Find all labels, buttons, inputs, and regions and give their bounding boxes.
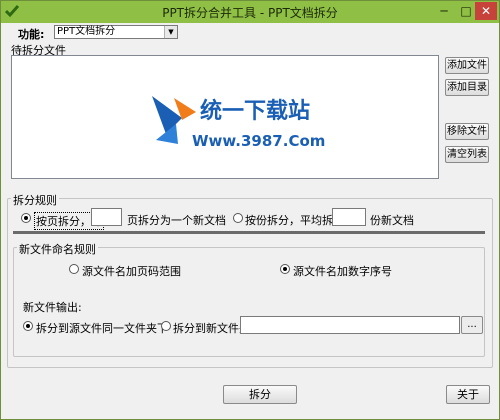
name-page-range-label[interactable]: 源文件名加页码范围 — [82, 263, 181, 279]
chevron-down-icon[interactable]: ▼ — [164, 26, 177, 38]
about-button[interactable]: 关于 — [446, 385, 490, 404]
maximize-button[interactable]: □ — [456, 2, 476, 20]
naming-rules-label: 新文件命名规则 — [17, 241, 98, 257]
section-divider — [13, 231, 485, 234]
split-by-copies-radio[interactable] — [233, 213, 243, 223]
output-new-folder-radio[interactable] — [161, 321, 171, 331]
watermark-title: 统一下载站 — [200, 98, 310, 124]
minimize-button[interactable]: ─ — [434, 2, 454, 20]
name-number-label[interactable]: 源文件名加数字序号 — [293, 263, 392, 279]
remove-file-button[interactable]: 移除文件 — [445, 123, 489, 140]
name-number-radio[interactable] — [280, 264, 290, 274]
function-select-value: PPT文档拆分 — [57, 26, 116, 37]
function-select[interactable]: PPT文档拆分 ▼ — [54, 25, 178, 39]
split-by-page-suffix: 页拆分为一个新文档 — [127, 214, 226, 227]
output-same-folder-label[interactable]: 拆分到源文件同一文件夹下 — [36, 320, 168, 336]
split-by-copies-suffix: 份新文档 — [370, 214, 414, 227]
split-button[interactable]: 拆分 — [223, 385, 297, 404]
output-label: 新文件输出: — [23, 301, 82, 314]
split-rules-label: 拆分规则 — [11, 192, 59, 208]
output-folder-input[interactable] — [240, 316, 460, 334]
app-window: PPT拆分合并工具 - PPT文档拆分 ─ □ ✕ 功能: PPT文档拆分 ▼ … — [0, 0, 500, 420]
function-label: 功能: — [18, 28, 45, 41]
file-list[interactable]: 统一下载站 Www.3987.Com — [11, 55, 439, 179]
watermark-url: Www.3987.Com — [192, 132, 325, 150]
close-button[interactable]: ✕ — [475, 2, 497, 20]
output-same-folder-radio[interactable] — [23, 321, 33, 331]
clear-list-button[interactable]: 清空列表 — [445, 146, 489, 163]
copies-count-input[interactable] — [332, 208, 366, 226]
window-title: PPT拆分合并工具 - PPT文档拆分 — [162, 6, 338, 20]
name-page-range-radio[interactable] — [69, 264, 79, 274]
split-by-page-radio[interactable] — [21, 213, 31, 223]
pages-per-file-input[interactable] — [91, 208, 122, 226]
watermark-logo: 统一下载站 Www.3987.Com — [152, 96, 325, 150]
add-file-button[interactable]: 添加文件 — [445, 57, 489, 74]
browse-folder-button[interactable]: ... — [461, 316, 483, 334]
add-directory-button[interactable]: 添加目录 — [445, 79, 489, 96]
title-bar: PPT拆分合并工具 - PPT文档拆分 ─ □ ✕ — [1, 1, 499, 23]
